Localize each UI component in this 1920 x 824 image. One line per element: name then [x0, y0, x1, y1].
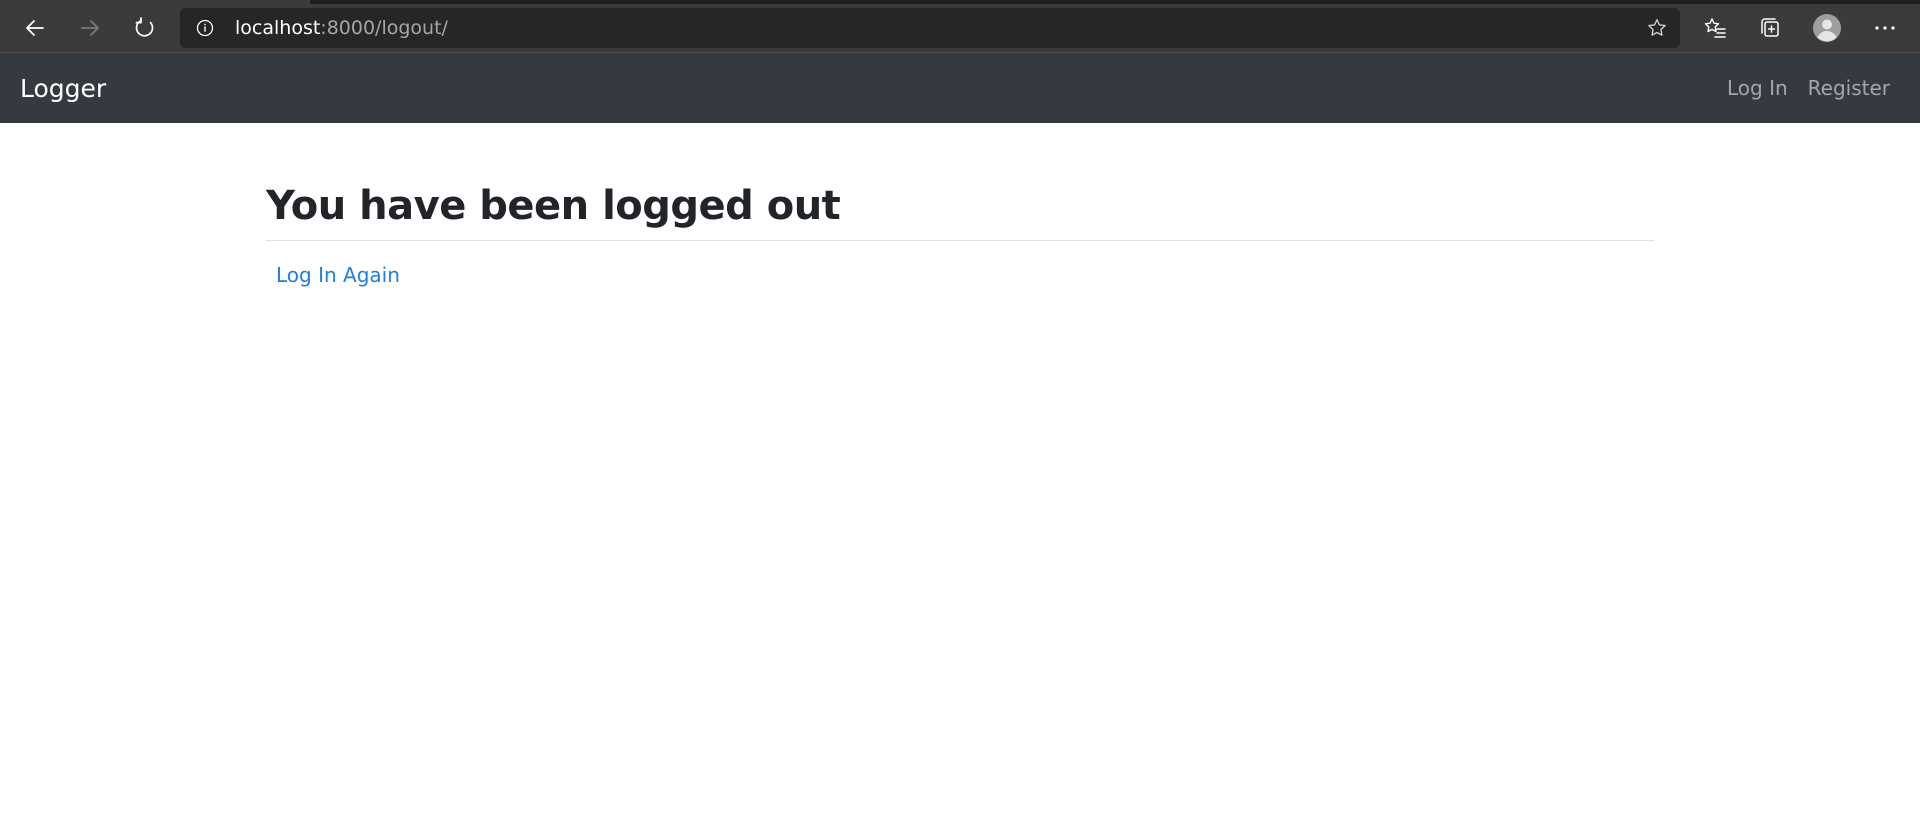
more-icon: [1875, 26, 1895, 30]
address-bar[interactable]: localhost:8000/logout/: [180, 8, 1680, 48]
url-path: :8000/logout/: [320, 17, 448, 39]
refresh-icon: [135, 17, 154, 37]
arrow-left-icon: [26, 20, 44, 36]
info-icon[interactable]: [196, 19, 214, 37]
tab-strip: [0, 0, 1920, 4]
nav-link-register[interactable]: Register: [1808, 76, 1890, 100]
star-icon[interactable]: [1646, 17, 1668, 39]
url-text[interactable]: localhost:8000/logout/: [235, 17, 448, 39]
refresh-button[interactable]: [128, 11, 162, 45]
site-navbar: Logger Log In Register: [0, 53, 1920, 123]
profile-icon: [1813, 14, 1841, 42]
content-container: You have been logged out Log In Again: [266, 181, 1654, 287]
favorites-button[interactable]: [1698, 11, 1732, 45]
favorites-icon: [1704, 18, 1726, 38]
log-in-again-link[interactable]: Log In Again: [276, 263, 400, 287]
nav-links: Log In Register: [1727, 53, 1890, 123]
page-title: You have been logged out: [266, 183, 841, 229]
more-button[interactable]: [1868, 11, 1902, 45]
url-host: localhost: [235, 17, 321, 39]
title-divider: [266, 240, 1654, 241]
collections-button[interactable]: [1753, 11, 1787, 45]
arrow-right-icon: [81, 20, 99, 36]
active-tab-edge: [0, 0, 310, 4]
brand-link[interactable]: Logger: [20, 53, 106, 123]
nav-link-log-in[interactable]: Log In: [1727, 76, 1788, 100]
profile-button[interactable]: [1810, 11, 1844, 45]
back-button[interactable]: [18, 11, 52, 45]
browser-toolbar: localhost:8000/logout/: [0, 0, 1920, 53]
forward-button[interactable]: [73, 11, 107, 45]
collections-icon: [1761, 18, 1779, 37]
